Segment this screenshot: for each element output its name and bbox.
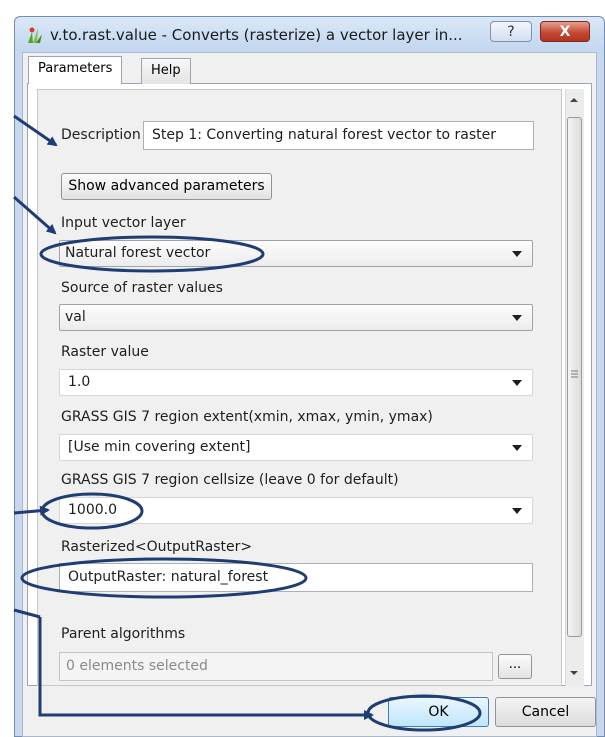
raster-value-label: Raster value bbox=[61, 344, 149, 360]
source-of-raster-values-value: val bbox=[65, 309, 86, 325]
context-help-button[interactable]: ? bbox=[490, 21, 532, 42]
chevron-down-icon bbox=[512, 315, 522, 321]
region-cellsize-value: 1000.0 bbox=[68, 502, 117, 518]
input-vector-layer-label: Input vector layer bbox=[61, 215, 186, 231]
grip-icon bbox=[570, 364, 579, 378]
tab-help[interactable]: Help bbox=[141, 58, 191, 84]
input-vector-layer-select[interactable]: Natural forest vector bbox=[59, 240, 533, 267]
chevron-down-icon bbox=[512, 508, 522, 514]
close-icon: X bbox=[559, 24, 571, 40]
scroll-down-arrow-icon[interactable] bbox=[567, 665, 581, 679]
show-advanced-parameters-button[interactable]: Show advanced parameters bbox=[61, 173, 272, 200]
raster-value-field[interactable]: 1.0 bbox=[59, 369, 533, 396]
parent-algorithms-browse-button[interactable]: ... bbox=[498, 654, 532, 679]
input-vector-layer-value: Natural forest vector bbox=[65, 245, 211, 261]
description-input[interactable]: Step 1: Converting natural forest vector… bbox=[143, 121, 534, 150]
region-extent-value: [Use min covering extent] bbox=[68, 439, 251, 455]
cancel-button[interactable]: Cancel bbox=[495, 697, 596, 727]
chevron-down-icon bbox=[512, 445, 522, 451]
window-title: v.to.rast.value - Converts (rasterize) a… bbox=[50, 26, 463, 44]
description-label: Description bbox=[61, 127, 141, 143]
ok-button[interactable]: OK bbox=[388, 697, 489, 727]
close-button[interactable]: X bbox=[540, 21, 590, 42]
region-extent-label: GRASS GIS 7 region extent(xmin, xmax, ym… bbox=[61, 409, 433, 425]
region-cellsize-label: GRASS GIS 7 region cellsize (leave 0 for… bbox=[61, 472, 399, 488]
region-cellsize-field[interactable]: 1000.0 bbox=[59, 497, 533, 524]
parent-algorithms-label: Parent algorithms bbox=[61, 626, 186, 642]
region-extent-field[interactable]: [Use min covering extent] bbox=[59, 434, 533, 461]
chevron-down-icon bbox=[512, 380, 522, 386]
output-raster-input[interactable]: OutputRaster: natural_forest bbox=[59, 563, 533, 592]
source-of-raster-values-label: Source of raster values bbox=[61, 280, 223, 296]
question-icon: ? bbox=[507, 24, 515, 40]
scroll-up-arrow-icon[interactable] bbox=[567, 92, 581, 106]
grass-app-icon bbox=[24, 24, 46, 46]
output-raster-label: Rasterized<OutputRaster> bbox=[61, 539, 253, 555]
tab-parameters[interactable]: Parameters bbox=[28, 56, 123, 84]
parent-algorithms-field[interactable]: 0 elements selected bbox=[59, 652, 493, 681]
raster-value-value: 1.0 bbox=[68, 374, 91, 390]
source-of-raster-values-select[interactable]: val bbox=[59, 304, 533, 331]
chevron-down-icon bbox=[512, 251, 522, 257]
